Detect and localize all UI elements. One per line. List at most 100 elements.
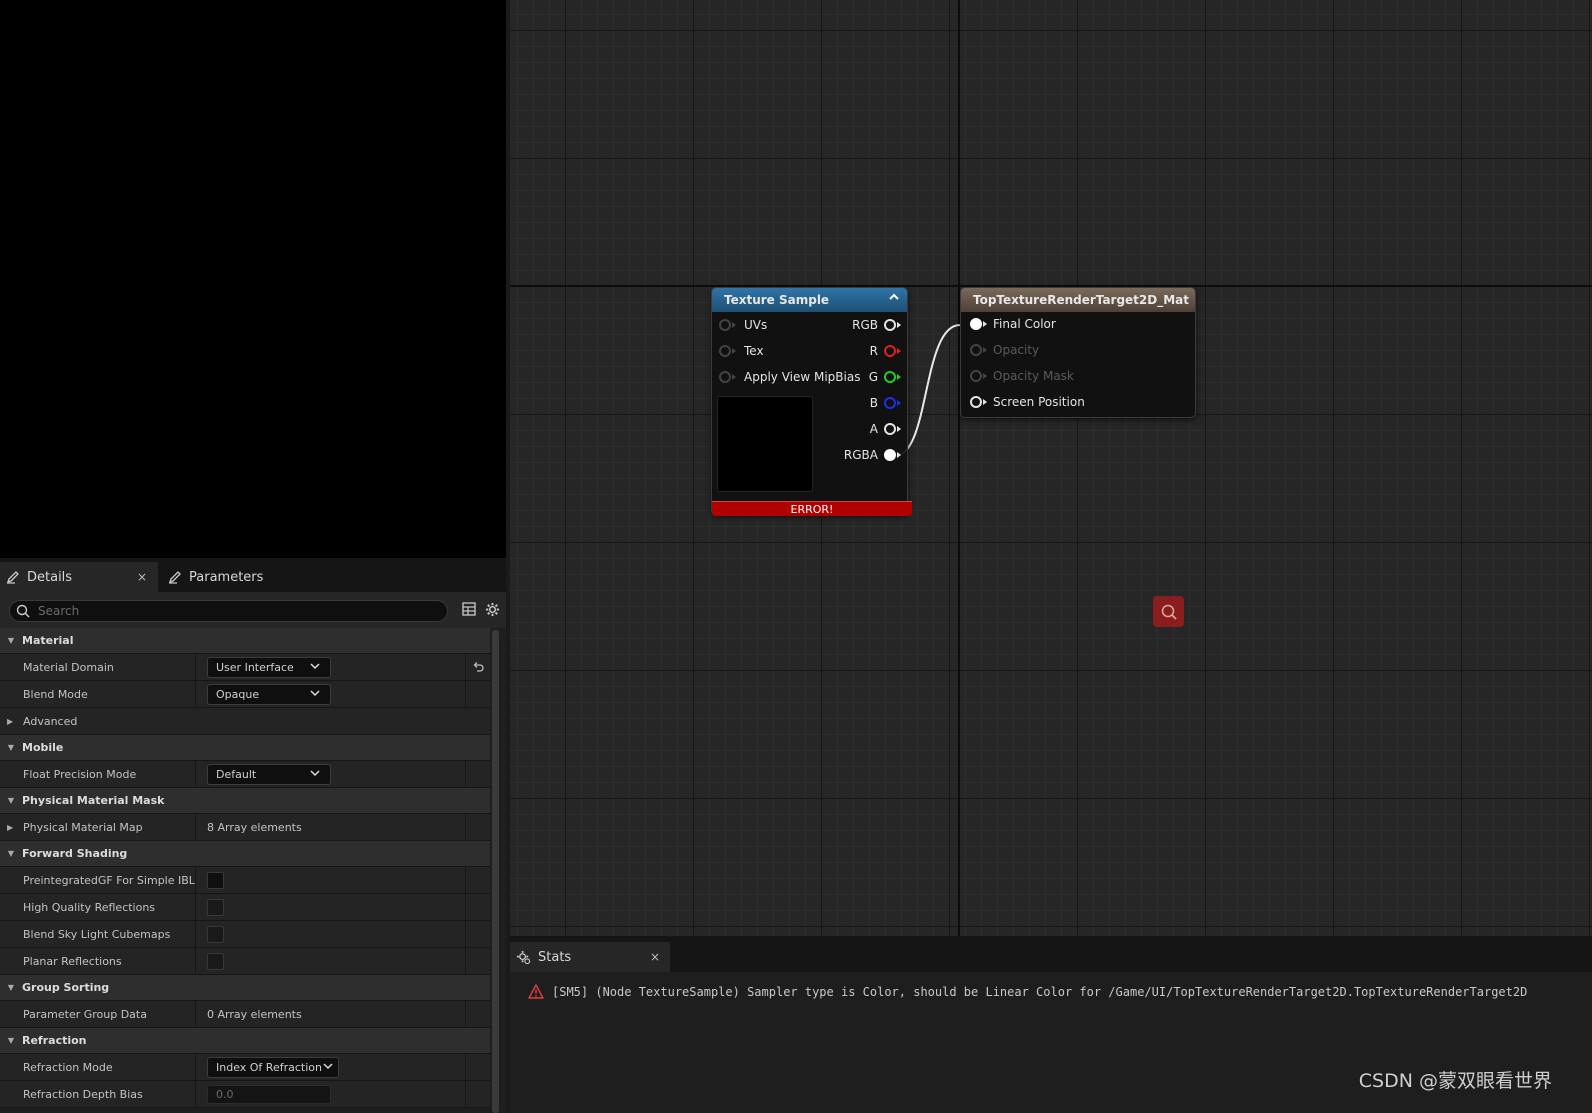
refraction-mode-dropdown[interactable]: Index Of Refraction (207, 1056, 339, 1078)
category-material[interactable]: ▼ Material (0, 628, 490, 654)
collapse-arrow-icon: ▼ (7, 796, 15, 805)
pin-icon[interactable] (884, 449, 896, 461)
category-group-sorting[interactable]: ▼ Group Sorting (0, 975, 490, 1001)
pin-label: Apply View MipBias (744, 370, 861, 384)
chevron-down-icon (310, 688, 320, 701)
row-float-precision-mode: Float Precision Mode Default (0, 761, 490, 788)
details-search-box[interactable] (9, 600, 448, 622)
row-advanced[interactable]: ▶ Advanced (0, 708, 490, 735)
output-pin-rgb[interactable]: RGB (852, 316, 901, 334)
tab-parameters[interactable]: Parameters (162, 562, 312, 592)
input-pin-uvs[interactable]: UVs (719, 316, 767, 334)
texture-sample-node[interactable]: Texture Sample UVs Tex Apply View MipBia… (711, 287, 912, 516)
input-pin-opacity[interactable]: Opacity (970, 341, 1039, 359)
dropdown-value: Index Of Refraction (216, 1060, 322, 1074)
pencil-icon (6, 571, 19, 584)
refraction-depth-bias-field[interactable]: 0.0 (207, 1084, 331, 1104)
pin-icon[interactable] (884, 319, 896, 331)
material-domain-dropdown[interactable]: User Interface (207, 656, 331, 678)
pin-icon[interactable] (884, 345, 896, 357)
pin-label: B (869, 396, 878, 410)
material-graph-canvas[interactable]: Texture Sample UVs Tex Apply View MipBia… (510, 0, 1592, 936)
output-pin-a[interactable]: A (870, 420, 901, 438)
gear-icon[interactable] (485, 602, 500, 617)
pin-icon[interactable] (884, 371, 896, 383)
details-scrollbar[interactable] (492, 630, 499, 1113)
output-pin-rgba[interactable]: RGBA (844, 446, 901, 464)
tab-details-label: Details (27, 569, 73, 585)
expand-arrow-icon: ▶ (7, 716, 14, 726)
material-result-node[interactable]: TopTextureRenderTarget2D_Mat Final Color… (960, 287, 1196, 418)
pin-label: Final Color (993, 317, 1056, 331)
pin-icon[interactable] (719, 319, 731, 331)
pin-label: A (869, 422, 878, 436)
node-header[interactable]: Texture Sample (712, 288, 907, 312)
row-parameter-group-data: Parameter Group Data 0 Array elements (0, 1001, 490, 1028)
pin-icon[interactable] (970, 370, 982, 382)
output-pin-r[interactable]: R (870, 342, 901, 360)
category-label: Forward Shading (22, 847, 128, 860)
pin-label: RGB (852, 318, 878, 332)
output-pin-b[interactable]: B (870, 394, 901, 412)
pin-icon[interactable] (970, 396, 982, 408)
property-name: Parameter Group Data (0, 1001, 196, 1027)
property-name: Physical Material Map (0, 814, 196, 840)
pin-label: G (868, 370, 878, 384)
collapse-chevron-icon[interactable] (888, 291, 900, 306)
node-title: TopTextureRenderTarget2D_Mat (973, 293, 1190, 307)
collapse-arrow-icon: ▼ (7, 636, 15, 645)
pin-icon[interactable] (884, 423, 896, 435)
chevron-down-icon (310, 768, 320, 781)
category-label: Physical Material Mask (22, 794, 165, 807)
input-pin-tex[interactable]: Tex (719, 342, 764, 360)
category-label: Material (22, 634, 74, 647)
pin-icon[interactable] (884, 397, 896, 409)
tab-parameters-label: Parameters (189, 569, 264, 585)
row-physical-material-map[interactable]: ▶ Physical Material Map 8 Array elements (0, 814, 490, 841)
row-refraction-mode: Refraction Mode Index Of Refraction (0, 1054, 490, 1081)
pin-icon[interactable] (719, 345, 731, 357)
material-preview-viewport[interactable] (0, 0, 506, 558)
category-forward-shading[interactable]: ▼ Forward Shading (0, 841, 490, 867)
high-quality-reflections-checkbox[interactable] (207, 898, 224, 916)
output-pin-g[interactable]: G (869, 368, 901, 386)
property-list: ▼ Material Material Domain User Interface… (0, 628, 490, 1113)
pin-icon[interactable] (970, 318, 982, 330)
message-text: [SM5] (Node TextureSample) Sampler type … (552, 984, 1528, 999)
category-label: Group Sorting (22, 981, 110, 994)
row-material-domain: Material Domain User Interface (0, 654, 490, 681)
property-name: Float Precision Mode (0, 761, 196, 787)
dropdown-value: User Interface (216, 660, 294, 674)
blend-sky-light-checkbox[interactable] (207, 925, 224, 943)
float-precision-dropdown[interactable]: Default (207, 763, 331, 785)
input-pin-final-color[interactable]: Final Color (970, 315, 1056, 333)
category-physical-material-mask[interactable]: ▼ Physical Material Mask (0, 788, 490, 814)
category-mobile[interactable]: ▼ Mobile (0, 735, 490, 761)
graph-search-button[interactable] (1153, 596, 1184, 627)
tab-stats[interactable]: Stats × (510, 942, 670, 972)
tab-details[interactable]: Details × (0, 562, 158, 592)
table-view-icon[interactable] (462, 602, 476, 616)
blend-mode-dropdown[interactable]: Opaque (207, 683, 331, 705)
node-header[interactable]: TopTextureRenderTarget2D_Mat (961, 288, 1195, 312)
collapse-arrow-icon: ▼ (7, 1036, 15, 1045)
input-pin-opacity-mask[interactable]: Opacity Mask (970, 367, 1074, 385)
close-icon[interactable]: × (137, 570, 147, 584)
close-icon[interactable]: × (650, 950, 660, 964)
stats-message: [SM5] (Node TextureSample) Sampler type … (528, 984, 1527, 999)
reset-to-default-icon[interactable] (466, 654, 490, 680)
planar-reflections-checkbox[interactable] (207, 952, 224, 970)
input-pin-screen-position[interactable]: Screen Position (970, 393, 1085, 411)
pin-icon[interactable] (719, 371, 731, 383)
property-name: Advanced (23, 714, 78, 728)
search-input[interactable] (38, 604, 418, 618)
pin-label: Screen Position (993, 395, 1085, 409)
stats-tabbar: Stats × (510, 936, 1592, 972)
category-refraction[interactable]: ▼ Refraction (0, 1028, 490, 1054)
preintegrated-gf-checkbox[interactable] (207, 871, 224, 889)
row-blend-sky-light-cubemaps: Blend Sky Light Cubemaps (0, 921, 490, 948)
property-name: PreintegratedGF For Simple IBL (0, 867, 196, 893)
input-pin-mipbias[interactable]: Apply View MipBias (719, 368, 860, 386)
search-icon (1161, 604, 1177, 620)
pin-icon[interactable] (970, 344, 982, 356)
